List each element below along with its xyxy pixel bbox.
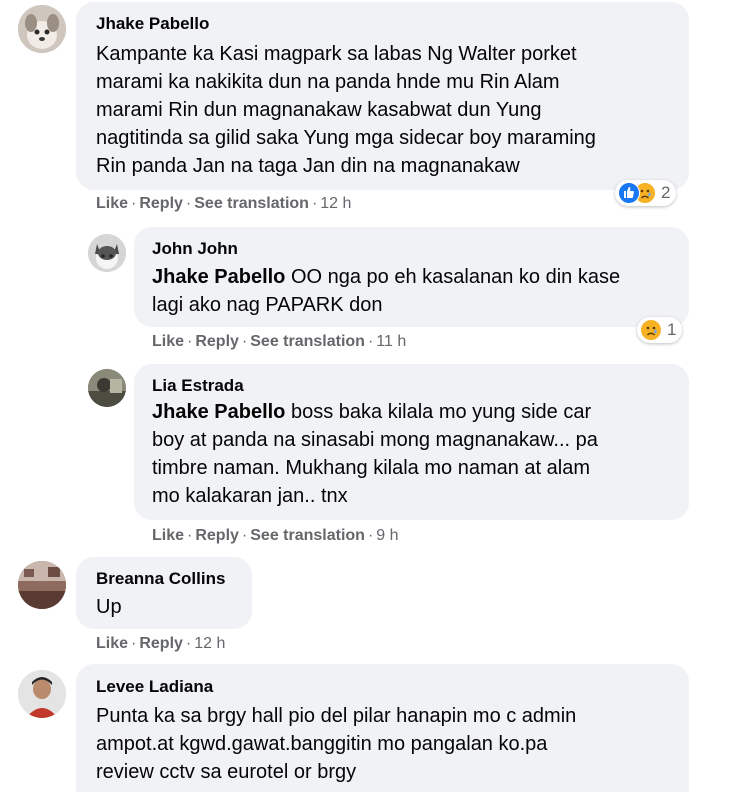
comment-text: Up [96, 596, 122, 618]
avatar-jhake-pabello[interactable] [18, 5, 66, 53]
like-button[interactable]: Like [152, 527, 184, 544]
comment-author[interactable]: John John [152, 239, 238, 259]
comment-text: Jhake Pabello OO nga po eh kasalanan ko … [152, 266, 621, 316]
reply-button[interactable]: Reply [195, 527, 239, 544]
reaction-summary[interactable]: 1 [637, 317, 683, 343]
avatar-levee-ladiana[interactable] [18, 670, 66, 718]
comment-actions: Like · Reply · 12 h [96, 635, 226, 652]
like-button[interactable]: Like [152, 333, 184, 350]
see-translation-link[interactable]: See translation [250, 527, 365, 544]
comment-actions: Like · Reply · See translation · 12 h [96, 195, 352, 212]
reply-button[interactable]: Reply [139, 635, 183, 652]
comment-actions: Like · Reply · See translation · 9 h [152, 527, 399, 544]
like-reaction-icon [618, 182, 640, 204]
timestamp[interactable]: 12 h [194, 635, 225, 652]
comment-author[interactable]: Breanna Collins [96, 569, 225, 589]
comment-author[interactable]: Jhake Pabello [96, 14, 209, 34]
see-translation-link[interactable]: See translation [194, 195, 309, 212]
cat-avatar-icon [88, 234, 126, 272]
comment-actions: Like · Reply · See translation · 11 h [152, 333, 407, 350]
avatar-john-john[interactable] [88, 234, 126, 272]
comment-text: Punta ka sa brgy hall pio del pilar hana… [96, 705, 577, 783]
person-avatar-icon [18, 670, 66, 718]
photo-avatar-icon [88, 369, 126, 407]
mention-tag[interactable]: Jhake Pabello [152, 401, 285, 423]
reaction-count: 2 [661, 183, 671, 202]
comment-text: Jhake Pabello boss baka kilala mo yung s… [152, 401, 598, 507]
reply-button[interactable]: Reply [195, 333, 239, 350]
avatar-lia-estrada[interactable] [88, 369, 126, 407]
reaction-summary[interactable]: 2 [615, 180, 677, 206]
sad-reaction-icon [640, 319, 662, 341]
like-button[interactable]: Like [96, 635, 128, 652]
timestamp[interactable]: 9 h [376, 527, 398, 544]
dog-avatar-icon [18, 5, 66, 53]
mention-tag[interactable]: Jhake Pabello [152, 266, 285, 288]
timestamp[interactable]: 12 h [320, 195, 351, 212]
like-button[interactable]: Like [96, 195, 128, 212]
avatar-breanna-collins[interactable] [18, 561, 66, 609]
comment-author[interactable]: Lia Estrada [152, 376, 244, 396]
comment-text: Kampante ka Kasi magpark sa labas Ng Wal… [96, 43, 596, 177]
comment-author[interactable]: Levee Ladiana [96, 677, 213, 697]
timestamp[interactable]: 11 h [376, 333, 406, 350]
photo-avatar-icon [18, 561, 66, 609]
reaction-count: 1 [667, 320, 677, 339]
reply-button[interactable]: Reply [139, 195, 183, 212]
see-translation-link[interactable]: See translation [250, 333, 365, 350]
